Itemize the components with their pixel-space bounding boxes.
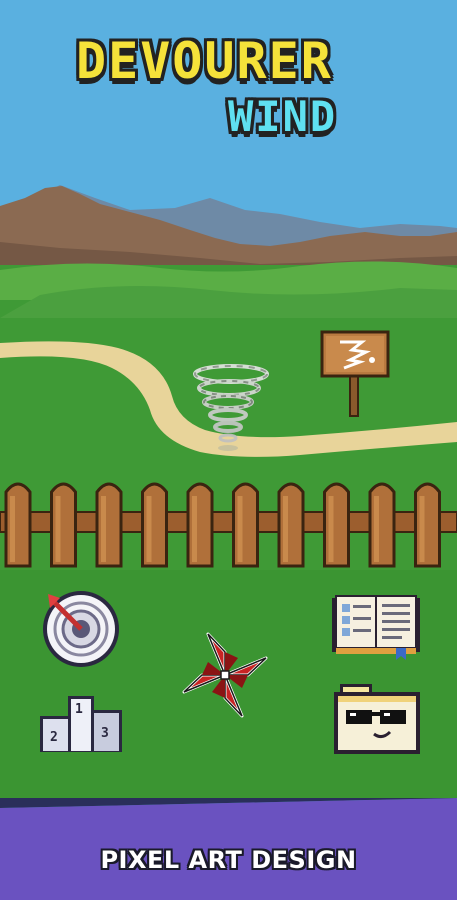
fence-picket: [323, 482, 350, 568]
fence-picket: [95, 482, 123, 568]
banner-text: PIXEL ART DESIGN: [100, 846, 357, 874]
fence-picket: [4, 482, 32, 568]
fence-picket: [414, 482, 441, 568]
fence-picket: [141, 482, 168, 568]
target-icon[interactable]: [38, 586, 124, 672]
fence-picket: [186, 482, 214, 568]
leaderboard-button[interactable]: 1 2 3: [38, 694, 124, 754]
fence-picket: [368, 482, 396, 568]
fence-picket: [277, 482, 305, 568]
rank-1-label: 1: [75, 702, 83, 717]
fence-picket: [50, 482, 77, 568]
fence-picket: [232, 482, 259, 568]
rank-2-label: 2: [50, 730, 58, 745]
game-title-line1: DEVOURER: [76, 32, 333, 90]
pinwheel-icon[interactable]: [178, 628, 272, 722]
game-title-line2: WIND: [228, 92, 338, 141]
sunglasses-character-icon[interactable]: [332, 682, 422, 756]
rank-3-label: 3: [101, 726, 109, 741]
book-icon[interactable]: [330, 592, 422, 660]
